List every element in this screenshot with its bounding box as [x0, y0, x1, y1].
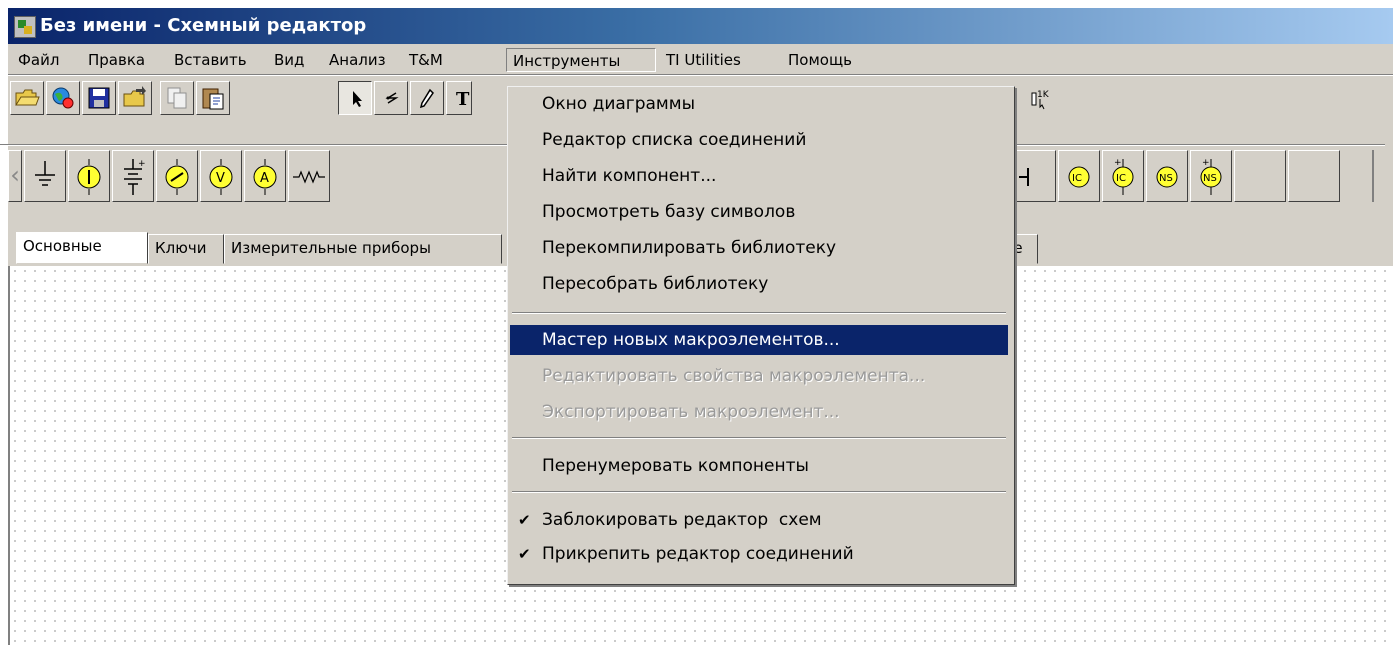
palette-right-edge [1372, 150, 1374, 202]
menu-tm[interactable]: T&M [403, 48, 449, 72]
ns-button[interactable]: NS [1146, 150, 1188, 202]
menu-analysis[interactable]: Анализ [323, 48, 392, 72]
tab-meters[interactable]: Измерительные приборы [224, 234, 502, 264]
tools-dropdown-menu: Окно диаграммы Редактор списка соединени… [507, 86, 1015, 585]
ic-plus-button[interactable]: IC + [1102, 150, 1144, 202]
menu-view[interactable]: Вид [268, 48, 310, 72]
ns-plus-label: NS [1203, 173, 1217, 184]
menu-bar: Файл Правка Вставить Вид Анализ T&M Инст… [8, 44, 1393, 74]
menu-help[interactable]: Помощь [782, 48, 858, 72]
open-button[interactable] [118, 81, 152, 115]
select-arrow-button[interactable] [338, 81, 372, 115]
open-folder-icon [15, 89, 40, 106]
menu-item-label: Прикрепить редактор соединений [542, 544, 854, 564]
menu-item-netlist-editor[interactable]: Редактор списка соединений [510, 125, 1008, 155]
voltmeter-label: V [216, 171, 225, 186]
open-folder-button[interactable] [10, 81, 44, 115]
menu-item-dock-netlist-editor[interactable]: ✔ Прикрепить редактор соединений [510, 539, 1008, 569]
resistor-icon [293, 170, 325, 184]
menu-item-renumber-components[interactable]: Перенумеровать компоненты [510, 451, 1008, 481]
text-icon: T [456, 89, 470, 110]
tab-switches[interactable]: Ключи [148, 234, 224, 264]
voltmeter-button[interactable]: V [200, 150, 242, 202]
ns-icon: NS [1156, 166, 1178, 188]
globe-button[interactable] [46, 81, 80, 115]
menu-item-label: Заблокировать редактор схем [542, 510, 822, 530]
checkmark-icon: ✔ [518, 545, 531, 563]
dc-current-source-button[interactable] [68, 150, 110, 202]
resistor-1k-button[interactable]: 1K [1022, 81, 1056, 115]
ic-button[interactable]: IC [1058, 150, 1100, 202]
copy-button[interactable] [160, 81, 194, 115]
ac-source-icon [165, 159, 189, 195]
menu-item-new-macro-wizard[interactable]: Мастер новых макроэлементов... [510, 325, 1008, 355]
ac-source-button[interactable] [156, 150, 198, 202]
svg-text:+: + [1114, 158, 1122, 168]
save-icon [88, 87, 110, 109]
ammeter-label: A [260, 171, 269, 186]
menu-item-diagram-window[interactable]: Окно диаграммы [510, 89, 1008, 119]
menu-insert[interactable]: Вставить [168, 48, 253, 72]
ic-icon: IC [1068, 166, 1090, 188]
ns-plus-icon: NS + [1200, 158, 1222, 195]
ground-button[interactable] [24, 150, 66, 202]
ic-label: IC [1072, 173, 1082, 184]
dc-current-source-icon [77, 159, 101, 195]
menu-item-rebuild-library[interactable]: Пересобрать библиотеку [510, 269, 1008, 299]
palette-scroll-left-button[interactable]: ‹ [8, 150, 22, 202]
ns-label: NS [1159, 173, 1173, 184]
window-title: Без имени - Схемный редактор [40, 15, 367, 36]
menu-edit[interactable]: Правка [82, 48, 151, 72]
menu-item-view-symbol-base[interactable]: Просмотреть базу символов [510, 197, 1008, 227]
palette-empty-slot[interactable] [1234, 150, 1286, 202]
svg-text:+: + [138, 159, 146, 169]
resistor-button[interactable] [288, 150, 330, 202]
paste-button[interactable] [196, 81, 230, 115]
ground-icon [35, 161, 55, 186]
menu-item-recompile-library[interactable]: Перекомпилировать библиотеку [510, 233, 1008, 263]
menu-item-edit-macro-properties[interactable]: Редактировать свойства макроэлемента... [510, 361, 1008, 391]
resistor-1k-icon: 1K [1031, 90, 1050, 110]
battery-button[interactable]: + [112, 150, 154, 202]
pencil-button[interactable] [410, 81, 444, 115]
menu-item-find-component[interactable]: Найти компонент... [510, 161, 1008, 191]
palette-empty-slot[interactable] [1288, 150, 1340, 202]
menu-separator [512, 312, 1006, 314]
paste-icon [202, 88, 224, 110]
ammeter-icon: A [253, 159, 277, 195]
text-button[interactable]: T [446, 81, 472, 115]
battery-icon: + [124, 159, 146, 195]
menu-separator [512, 437, 1006, 439]
app-icon[interactable] [14, 16, 36, 38]
ic-plus-icon: IC + [1112, 158, 1134, 195]
open-icon [123, 86, 146, 107]
menu-file[interactable]: Файл [12, 48, 65, 72]
copy-icon [167, 87, 187, 109]
capacitor-button[interactable] [1014, 150, 1056, 202]
ns-plus-button[interactable]: NS + [1190, 150, 1232, 202]
wire-icon [385, 92, 399, 104]
wire-button[interactable] [374, 81, 408, 115]
tab-basic[interactable]: Основные [16, 232, 148, 264]
svg-text:+: + [1202, 158, 1210, 168]
select-arrow-icon [353, 91, 362, 107]
title-bar[interactable]: Без имени - Схемный редактор [8, 8, 1393, 44]
ammeter-button[interactable]: A [244, 150, 286, 202]
pencil-icon [419, 88, 434, 109]
menu-item-lock-schematic-editor[interactable]: ✔ Заблокировать редактор схем [510, 505, 1008, 535]
checkmark-icon: ✔ [518, 511, 531, 529]
resistor-1k-label: 1K [1037, 90, 1050, 100]
menu-ti-utilities[interactable]: TI Utilities [660, 48, 747, 72]
menu-item-export-macro[interactable]: Экспортировать макроэлемент... [510, 397, 1008, 427]
globe-icon [52, 87, 74, 109]
capacitor-icon [1019, 168, 1029, 186]
save-button[interactable] [82, 81, 116, 115]
voltmeter-icon: V [209, 159, 233, 195]
ic-plus-label: IC [1116, 173, 1126, 184]
text-button-label: T [456, 89, 470, 110]
menu-tools[interactable]: Инструменты [506, 48, 656, 72]
menu-separator [512, 491, 1006, 493]
